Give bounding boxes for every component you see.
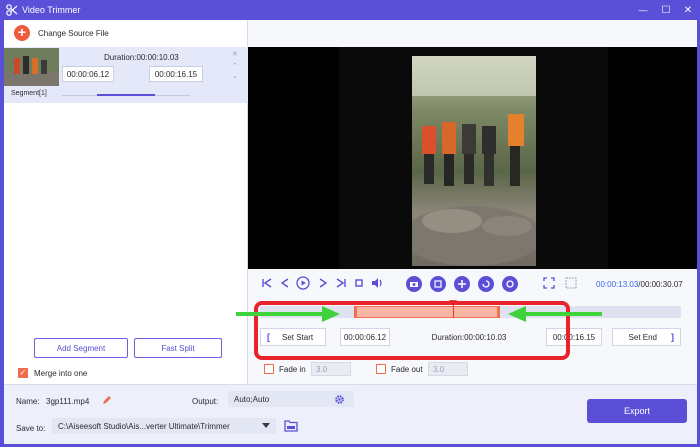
- title-bar: Video Trimmer — ☐ ✕: [0, 0, 700, 20]
- stop-icon[interactable]: [352, 276, 366, 290]
- previous-frame-icon[interactable]: [278, 276, 292, 290]
- window-title: Video Trimmer: [22, 5, 81, 15]
- minimize-icon: —: [638, 5, 648, 15]
- save-path-dropdown-icon[interactable]: [262, 423, 270, 429]
- set-end-label: Set End: [628, 332, 657, 342]
- output-label: Output:: [192, 397, 219, 406]
- export-button[interactable]: Export: [587, 399, 687, 423]
- add-segment-button[interactable]: Add Segment: [34, 338, 128, 358]
- fade-in-input[interactable]: 3.0: [311, 362, 351, 376]
- open-folder-icon[interactable]: [284, 419, 298, 432]
- snapshot-button[interactable]: [406, 276, 422, 292]
- plus-icon: [458, 280, 466, 288]
- current-time: 00:00:13.03: [596, 280, 639, 289]
- app-logo-icon: [6, 4, 18, 16]
- save-to-label: Save to:: [16, 424, 46, 433]
- segment-label: Segment[1]: [11, 90, 47, 97]
- thumbnail-image: [4, 48, 59, 86]
- skip-start-icon[interactable]: [260, 276, 274, 290]
- bottom-bar: Name: 3gp111.mp4 Output: Auto;Auto Save …: [4, 384, 697, 444]
- save-path-field[interactable]: C:\Aiseesoft Studio\Ais...verter Ultimat…: [52, 418, 276, 434]
- fit-screen-icon[interactable]: [542, 276, 556, 290]
- move-up-icon[interactable]: ⌃: [232, 62, 238, 70]
- remove-segment-icon[interactable]: ✕: [232, 50, 238, 58]
- total-time: /00:00:30.07: [638, 280, 683, 289]
- merge-checkbox[interactable]: ✓: [18, 368, 28, 378]
- close-icon: ✕: [683, 4, 693, 16]
- video-frame: [339, 47, 608, 269]
- close-button[interactable]: ✕: [679, 2, 697, 18]
- fade-in-label: Fade in: [279, 364, 306, 374]
- crop-icon: [434, 280, 442, 288]
- set-end-button[interactable]: Set End ]: [612, 328, 681, 346]
- move-down-icon[interactable]: ⌄: [232, 72, 238, 80]
- video-image: [412, 56, 536, 266]
- segment-start-time[interactable]: 00:00:06.12: [62, 66, 114, 82]
- maximize-icon: ☐: [661, 4, 671, 16]
- fullscreen-icon[interactable]: [564, 276, 578, 290]
- video-preview: [248, 47, 697, 269]
- change-source-button[interactable]: + Change Source File: [14, 25, 109, 41]
- app-window: Video Trimmer — ☐ ✕ + Change Source File: [0, 0, 700, 447]
- play-icon[interactable]: [296, 276, 310, 290]
- player-toolbar: 00:00:13.03/00:00:30.07: [248, 272, 697, 294]
- merge-option[interactable]: ✓ Merge into one: [18, 368, 87, 378]
- fade-out-checkbox[interactable]: [376, 364, 386, 374]
- segment-panel: + Change Source File Duration:00:00:10.0…: [4, 20, 248, 384]
- set-end-icon: ]: [671, 332, 674, 342]
- segment-progress-fill: [96, 94, 155, 96]
- add-clip-button[interactable]: [454, 276, 470, 292]
- add-icon: +: [14, 25, 30, 41]
- change-source-label: Change Source File: [38, 28, 109, 38]
- fast-split-button[interactable]: Fast Split: [134, 338, 222, 358]
- crop-button[interactable]: [430, 276, 446, 292]
- save-path: C:\Aiseesoft Studio\Ais...verter Ultimat…: [58, 421, 230, 431]
- output-settings-gear-icon[interactable]: [334, 394, 345, 405]
- rotate-icon: [482, 280, 490, 288]
- fade-in-checkbox[interactable]: [264, 364, 274, 374]
- loop-button[interactable]: [502, 276, 518, 292]
- file-name: 3gp111.mp4: [46, 397, 90, 406]
- fade-out-label: Fade out: [391, 364, 423, 374]
- segment-end-time[interactable]: 00:00:16.15: [149, 66, 203, 82]
- rotate-button[interactable]: [478, 276, 494, 292]
- segment-item[interactable]: Duration:00:00:10.03 00:00:06.12 00:00:1…: [4, 47, 248, 103]
- next-frame-icon[interactable]: [316, 276, 330, 290]
- camera-icon: [410, 282, 418, 287]
- fade-out-input[interactable]: 3.0: [428, 362, 468, 376]
- merge-label: Merge into one: [34, 368, 88, 378]
- edit-name-icon[interactable]: [102, 395, 112, 405]
- maximize-button[interactable]: ☐: [657, 2, 675, 18]
- name-label: Name:: [16, 397, 40, 406]
- fade-options: Fade in 3.0 Fade out 3.0: [264, 362, 468, 376]
- loop-icon: [506, 280, 514, 288]
- left-arrow-annotation-icon: [508, 306, 602, 322]
- segment-thumbnail: [4, 48, 59, 86]
- time-readout: 00:00:13.03/00:00:30.07: [596, 280, 683, 289]
- minimize-button[interactable]: —: [634, 2, 652, 18]
- segment-duration: Duration:00:00:10.03: [104, 53, 179, 62]
- right-arrow-annotation-icon: [236, 306, 340, 322]
- volume-icon[interactable]: [370, 276, 384, 290]
- skip-end-icon[interactable]: [334, 276, 348, 290]
- main-content: + Change Source File Duration:00:00:10.0…: [4, 20, 697, 444]
- output-value: Auto;Auto: [234, 394, 270, 404]
